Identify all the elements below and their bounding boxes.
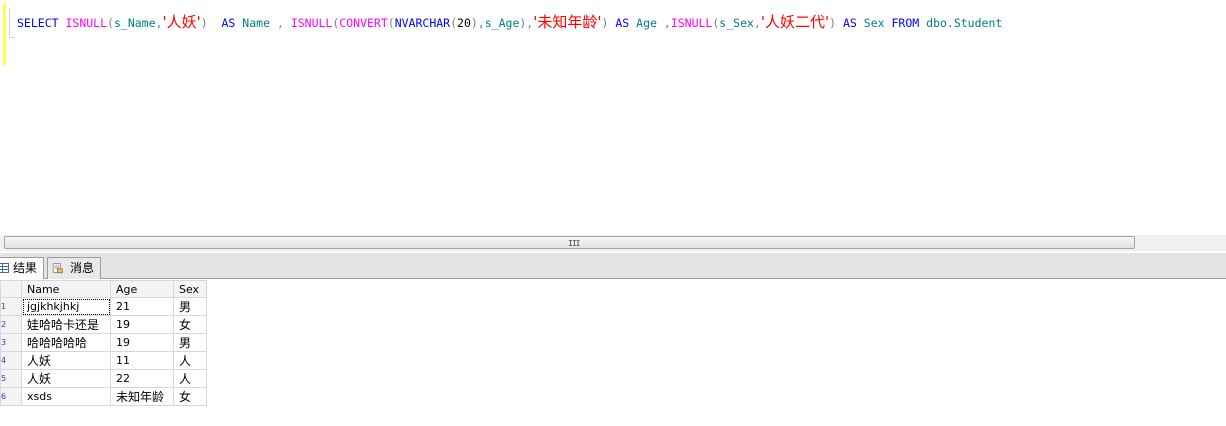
cell-name[interactable]: 人妖 bbox=[21, 351, 111, 370]
table-row: 1 jgjkhkjhkj 21 男 bbox=[0, 297, 207, 316]
table-name: dbo.Student bbox=[926, 16, 1003, 30]
cell-age[interactable]: 未知年龄 bbox=[110, 387, 174, 406]
results-grid-pane: Name Age Sex 1 jgjkhkjhkj 21 男 2 娃哈哈卡还是 … bbox=[0, 279, 1226, 426]
keyword-select: SELECT bbox=[17, 16, 59, 30]
cell-age[interactable]: 22 bbox=[110, 369, 174, 388]
cell-sex[interactable]: 男 bbox=[173, 297, 207, 316]
column-header-name[interactable]: Name bbox=[21, 280, 111, 298]
keyword-as: AS bbox=[221, 16, 236, 30]
cell-age[interactable]: 19 bbox=[110, 315, 174, 334]
function-isnull: ISNULL bbox=[65, 16, 108, 30]
row-header-corner[interactable] bbox=[0, 280, 22, 298]
tab-messages-label: 消息 bbox=[70, 261, 95, 275]
alias-age: Age bbox=[636, 16, 657, 30]
cell-sex[interactable]: 人 bbox=[173, 369, 207, 388]
row-number[interactable]: 1 bbox=[0, 297, 22, 316]
comma: , bbox=[753, 16, 761, 30]
paren: ) bbox=[200, 16, 208, 30]
paren: ( bbox=[450, 16, 458, 30]
outline-bracket-end bbox=[9, 37, 15, 38]
keyword-as: AS bbox=[615, 16, 630, 30]
function-convert: CONVERT bbox=[339, 16, 388, 30]
tab-results[interactable]: 结果 bbox=[0, 257, 44, 280]
scrollbar-thumb[interactable]: III bbox=[4, 236, 1135, 249]
alias-name: Name bbox=[242, 16, 270, 30]
results-grid-icon bbox=[0, 263, 9, 273]
paren: ), bbox=[470, 16, 485, 30]
table-row: 6 xsds 未知年龄 女 bbox=[0, 387, 207, 406]
cell-age[interactable]: 11 bbox=[110, 351, 174, 370]
results-table: Name Age Sex 1 jgjkhkjhkj 21 男 2 娃哈哈卡还是 … bbox=[0, 280, 207, 406]
alias-sex: Sex bbox=[863, 16, 885, 30]
column-s-name: s_Name bbox=[113, 16, 156, 30]
number-literal: 20 bbox=[457, 16, 471, 30]
function-isnull: ISNULL bbox=[290, 16, 333, 30]
paren: ( bbox=[107, 16, 114, 30]
cell-age[interactable]: 19 bbox=[110, 333, 174, 352]
sql-query-line[interactable]: SELECT ISNULL(s_Name,'人妖') AS Name , ISN… bbox=[17, 13, 1002, 32]
cell-sex[interactable]: 女 bbox=[173, 315, 207, 334]
cell-name[interactable]: xsds bbox=[21, 387, 111, 406]
cell-age[interactable]: 21 bbox=[110, 297, 174, 316]
results-tab-strip: 结果 消息 bbox=[0, 253, 1226, 280]
comma: , bbox=[663, 16, 671, 30]
cell-name[interactable]: 娃哈哈卡还是 bbox=[21, 315, 111, 334]
string-literal: '人妖' bbox=[162, 13, 201, 31]
cell-sex[interactable]: 男 bbox=[173, 333, 207, 352]
horizontal-scrollbar[interactable]: III bbox=[0, 235, 1226, 251]
tab-results-label: 结果 bbox=[13, 261, 38, 275]
paren: ), bbox=[519, 16, 534, 30]
paren: ( bbox=[387, 16, 395, 30]
column-s-sex: s_Sex bbox=[719, 16, 754, 30]
table-row: 4 人妖 11 人 bbox=[0, 351, 207, 370]
keyword-as: AS bbox=[842, 16, 857, 30]
row-number[interactable]: 2 bbox=[0, 315, 22, 334]
comma: , bbox=[276, 16, 284, 30]
row-number[interactable]: 4 bbox=[0, 351, 22, 370]
table-row: 3 哈哈哈哈哈 19 男 bbox=[0, 333, 207, 352]
string-literal: '未知年龄' bbox=[533, 13, 602, 31]
row-number[interactable]: 5 bbox=[0, 369, 22, 388]
paren: ) bbox=[829, 16, 837, 30]
change-marker bbox=[3, 3, 6, 65]
cell-sex[interactable]: 女 bbox=[173, 387, 207, 406]
row-number[interactable]: 6 bbox=[0, 387, 22, 406]
row-number[interactable]: 3 bbox=[0, 333, 22, 352]
table-row: 2 娃哈哈卡还是 19 女 bbox=[0, 315, 207, 334]
outline-bracket bbox=[9, 9, 10, 38]
string-literal: '人妖二代' bbox=[760, 13, 830, 31]
cell-name[interactable]: jgjkhkjhkj bbox=[21, 297, 111, 316]
paren: ) bbox=[601, 16, 609, 30]
tab-messages[interactable]: 消息 bbox=[47, 257, 101, 279]
column-s-age: s_Age bbox=[484, 16, 520, 30]
type-nvarchar: NVARCHAR bbox=[394, 16, 451, 30]
column-header-sex[interactable]: Sex bbox=[173, 280, 207, 298]
cell-name[interactable]: 人妖 bbox=[21, 369, 111, 388]
query-editor[interactable]: SELECT ISNULL(s_Name,'人妖') AS Name , ISN… bbox=[0, 0, 1226, 235]
keyword-from: FROM bbox=[891, 16, 920, 30]
messages-icon bbox=[52, 263, 63, 274]
header-row: Name Age Sex bbox=[0, 280, 207, 298]
function-isnull: ISNULL bbox=[670, 16, 713, 30]
column-header-age[interactable]: Age bbox=[110, 280, 174, 298]
cell-name[interactable]: 哈哈哈哈哈 bbox=[21, 333, 111, 352]
cell-sex[interactable]: 人 bbox=[173, 351, 207, 370]
table-row: 5 人妖 22 人 bbox=[0, 369, 207, 388]
grip-icon: III bbox=[568, 239, 580, 248]
